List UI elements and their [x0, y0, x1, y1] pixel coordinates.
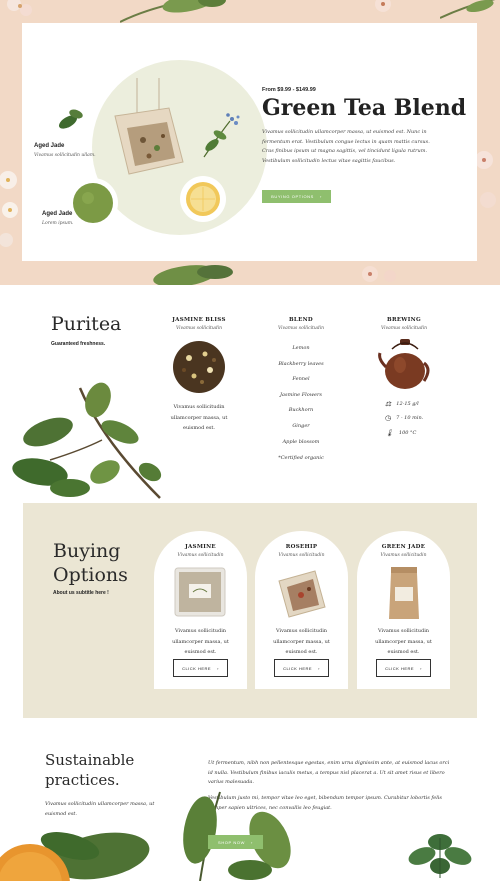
blend-item: Buckhorn	[288, 407, 314, 413]
brand-tagline: Guaranteed freshness.	[51, 341, 106, 347]
hero-description: Vivamus sollicitudin ullamcorper massa, …	[262, 129, 430, 164]
buying-title-line1: Buying	[53, 540, 121, 562]
product-title: GREEN JADE	[381, 544, 426, 550]
buying-options-button[interactable]: BUYING OPTIONS ›	[262, 190, 331, 203]
product-subtitle: Vivamus sollicitudin	[380, 553, 427, 558]
clock-icon: ◷	[385, 414, 392, 422]
arrow-right-icon: ›	[318, 665, 320, 671]
puritea-section: Puritea Guaranteed freshness. JASMINE BL…	[0, 285, 500, 503]
sustainable-title-line2: practices.	[45, 771, 120, 789]
tea-bag-icon	[278, 570, 326, 618]
botanical-leaf-icon	[440, 0, 496, 19]
hero-section: Aged Jade Vivamus sollicitudin ullam. Ag…	[0, 0, 500, 285]
flower-icon	[362, 266, 396, 282]
click-here-button[interactable]: CLICK HERE ›	[274, 659, 329, 677]
blend-item: Apple blossom	[282, 439, 320, 445]
leaf-thumbnail	[48, 96, 94, 142]
lemon-thumbnail	[180, 176, 226, 222]
buying-options-label: BUYING OPTIONS	[271, 194, 314, 199]
jasmine-bliss-description: Vivamus sollicitudin ullamcorper massa, …	[170, 404, 228, 431]
jasmine-bliss-title: JASMINE BLISS	[172, 317, 226, 323]
brew-amount-row: ⚖ 12-15 g/l	[385, 400, 419, 408]
leaf-icon	[58, 109, 83, 129]
arrow-right-icon: ›	[420, 665, 422, 671]
blend-item: Jasmine Flowers	[280, 392, 322, 398]
blend-item: Ginger	[292, 423, 310, 429]
brew-temp-row: 🌡 100 °C	[385, 429, 416, 437]
sustainable-title: Sustainable practices.	[45, 750, 134, 790]
sustainable-intro: Vivamus sollicitudin ullamcorper massa, …	[45, 801, 155, 817]
arrow-right-icon: ›	[319, 194, 322, 199]
brand-name: Puritea	[51, 313, 122, 335]
teapot-icon	[378, 339, 430, 389]
lemon-slice-icon	[186, 182, 220, 216]
page-title: Green Tea Blend	[262, 95, 467, 121]
click-here-label: CLICK HERE	[182, 665, 212, 671]
certified-note: *Certified organic	[278, 455, 324, 461]
sustainable-paragraph-1: Ut fermentum, nibh non pellentesque eges…	[208, 760, 450, 785]
flower-icon	[375, 0, 391, 12]
blend-title: BLEND	[288, 317, 313, 323]
shop-now-button[interactable]: SHOP NOW ›	[208, 835, 263, 849]
product-card-jasmine: JASMINE Vivamus sollicitudin Vivamus sol…	[154, 531, 247, 689]
arrow-right-icon: ›	[217, 665, 219, 671]
brew-amount: 12-15 g/l	[396, 401, 419, 407]
aged-jade-sublabel-2: Lorem ipsum.	[42, 221, 74, 226]
paper-bag-icon	[389, 567, 419, 619]
sustainable-section: Sustainable practices. Vivamus sollicitu…	[0, 718, 500, 881]
scale-icon: ⚖	[385, 400, 392, 408]
plant-illustration-icon	[12, 382, 162, 499]
botanical-leaf-icon	[153, 265, 233, 285]
click-here-label: CLICK HERE	[283, 665, 313, 671]
loose-tea-icon	[173, 341, 225, 393]
tea-bag-icon	[114, 78, 184, 175]
product-title: JASMINE	[185, 544, 216, 550]
product-subtitle: Vivamus sollicitudin	[177, 553, 224, 558]
blend-item: Lemon	[292, 345, 310, 351]
product-card-green-jade: GREEN JADE Vivamus sollicitudin Vivamus …	[357, 531, 450, 689]
aged-jade-label-2: Aged Jade	[42, 211, 73, 217]
herb-sprig-icon	[203, 113, 240, 158]
jasmine-bliss-subtitle: Vivamus sollicitudin	[176, 326, 222, 331]
aged-jade-sublabel: Vivamus sollicitudin ullam.	[34, 153, 96, 158]
orange-fruit-icon	[0, 832, 150, 881]
shop-now-label: SHOP NOW	[218, 839, 245, 845]
product-subtitle: Vivamus sollicitudin	[278, 553, 325, 558]
click-here-label: CLICK HERE	[385, 665, 415, 671]
thermometer-icon: 🌡	[385, 429, 394, 437]
flower-icon	[7, 0, 32, 16]
matcha-powder-icon	[73, 183, 113, 223]
buying-title-line2: Options	[53, 564, 128, 586]
click-here-button[interactable]: CLICK HERE ›	[173, 659, 228, 677]
blend-subtitle: Vivamus sollicitudin	[278, 326, 324, 331]
matcha-thumbnail	[68, 178, 118, 228]
product-description: Vivamus sollicitudin ullamcorper massa, …	[172, 628, 229, 655]
brew-temp: 100 °C	[398, 430, 417, 436]
click-here-button[interactable]: CLICK HERE ›	[376, 659, 431, 677]
buying-options-title: Buying Options	[53, 539, 128, 587]
product-title: ROSEHIP	[285, 544, 318, 550]
price-range: From $9.99 - $149.99	[262, 87, 316, 93]
brew-time-row: ◷ 7 - 10 min.	[385, 414, 423, 422]
product-card-rosehip: ROSEHIP Vivamus sollicitudin Vivamus sol…	[255, 531, 348, 689]
flower-icon	[0, 171, 18, 247]
product-description: Vivamus sollicitudin ullamcorper massa, …	[273, 628, 330, 655]
brewing-subtitle: Vivamus sollicitudin	[381, 326, 427, 331]
hero-card: Aged Jade Vivamus sollicitudin ullam. Ag…	[22, 23, 477, 261]
product-description: Vivamus sollicitudin ullamcorper massa, …	[375, 628, 432, 655]
blend-item: Blackberry leaves	[278, 361, 324, 367]
sustainable-title-line1: Sustainable	[45, 751, 135, 769]
blend-item: Fennel	[292, 376, 310, 382]
tea-pouch-icon	[174, 567, 226, 617]
buying-options-subtitle: About us subtitle here !	[53, 590, 109, 596]
buying-options-section: Buying Options About us subtitle here ! …	[23, 503, 477, 718]
brew-time: 7 - 10 min.	[396, 415, 424, 421]
aged-jade-label: Aged Jade	[34, 143, 65, 149]
mint-leaf-icon	[408, 834, 472, 878]
arrow-right-icon: ›	[251, 839, 253, 845]
brewing-title: BREWING	[387, 317, 421, 323]
